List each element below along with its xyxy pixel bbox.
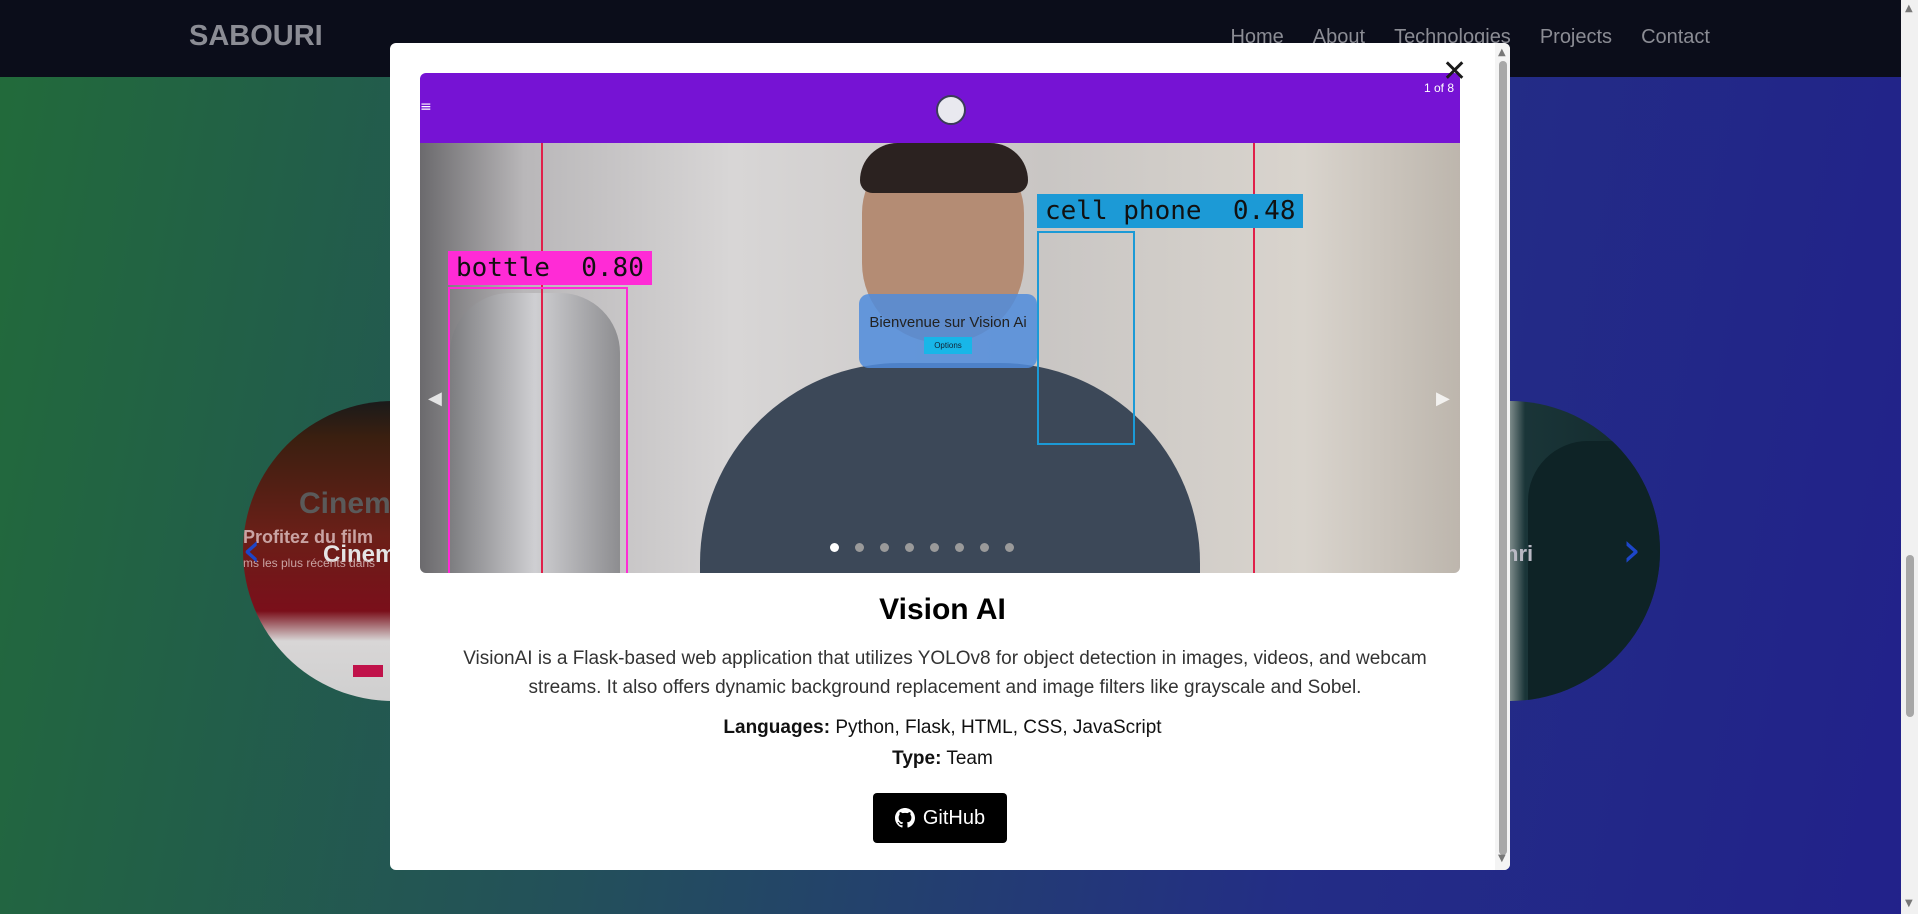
gallery-prev-icon[interactable]: ◀	[428, 388, 442, 409]
person-hair	[860, 143, 1028, 193]
detection-box-cell-phone	[1037, 231, 1135, 445]
detection-label-cell-phone: cell phone 0.48	[1037, 194, 1304, 228]
brand-logo[interactable]: SABOURI	[189, 20, 323, 53]
page-scrollbar[interactable]: ▲ ▼	[1901, 0, 1918, 914]
card-title: Cinem	[299, 487, 391, 520]
github-button[interactable]: GitHub	[873, 793, 1007, 843]
app-logo-icon	[936, 95, 966, 125]
carousel-next-icon[interactable]: ›	[1622, 522, 1641, 578]
project-description: VisionAI is a Flask-based web applicatio…	[463, 648, 1427, 698]
github-icon	[894, 808, 915, 828]
project-modal: ≡ 1 of 8 bottle 0.80 cell phone 0.48 Bie…	[390, 43, 1510, 870]
overlay-title: Bienvenue sur Vision Ai	[869, 314, 1027, 331]
gallery-next-icon[interactable]: ▶	[1436, 388, 1450, 409]
gallery-pagination	[830, 543, 1014, 552]
nav-projects[interactable]: Projects	[1540, 26, 1612, 49]
languages-label: Languages:	[723, 717, 831, 738]
overlay-options-button: Options	[924, 337, 972, 354]
welcome-overlay: Bienvenue sur Vision Ai Options	[859, 294, 1037, 368]
github-label: GitHub	[922, 806, 986, 829]
gallery-image: bottle 0.80 cell phone 0.48 Bienvenue su…	[420, 143, 1460, 573]
scrollbar-thumb[interactable]	[1906, 555, 1914, 717]
detection-label-bottle: bottle 0.80	[448, 251, 652, 285]
hamburger-icon: ≡	[420, 99, 432, 115]
languages-value: Python, Flask, HTML, CSS, JavaScript	[835, 717, 1162, 738]
detection-box-bottle	[448, 287, 628, 573]
image-gallery: ≡ 1 of 8 bottle 0.80 cell phone 0.48 Bie…	[420, 73, 1460, 573]
nav-contact[interactable]: Contact	[1641, 26, 1710, 49]
project-type: Type: Team	[390, 748, 1495, 770]
pagination-dot[interactable]	[980, 543, 989, 552]
card-tagline: ms les plus récents dans	[243, 556, 376, 570]
pagination-dot[interactable]	[1005, 543, 1014, 552]
scrollbar-thumb[interactable]	[1499, 61, 1507, 855]
pagination-dot[interactable]	[855, 543, 864, 552]
carousel-prev-icon[interactable]: ‹	[242, 522, 261, 578]
pagination-dot[interactable]	[955, 543, 964, 552]
pagination-dot[interactable]	[880, 543, 889, 552]
type-label: Type:	[892, 748, 942, 769]
pagination-dot[interactable]	[830, 543, 839, 552]
type-value: Team	[946, 748, 993, 769]
scroll-down-icon[interactable]: ▼	[1905, 898, 1913, 909]
close-icon[interactable]: ✕	[1442, 57, 1467, 87]
project-title: Vision AI	[879, 593, 1006, 626]
modal-scrollbar[interactable]: ▲ ▼	[1495, 43, 1510, 870]
scroll-up-icon[interactable]: ▲	[1905, 3, 1913, 14]
project-languages: Languages: Python, Flask, HTML, CSS, Jav…	[390, 717, 1495, 739]
pagination-dot[interactable]	[905, 543, 914, 552]
scroll-down-icon[interactable]: ▼	[1498, 853, 1506, 864]
gallery-app-header: ≡ 1 of 8	[420, 73, 1460, 143]
pagination-dot[interactable]	[930, 543, 939, 552]
scroll-up-icon[interactable]: ▲	[1498, 47, 1506, 58]
card-pill	[353, 665, 383, 677]
